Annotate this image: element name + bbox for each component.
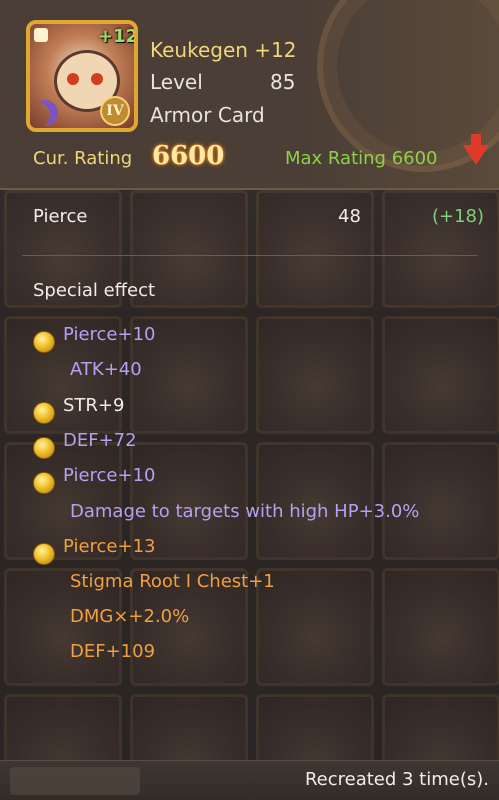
- effect-line: Pierce+13: [63, 536, 156, 557]
- level-label: Level: [150, 70, 203, 94]
- gold-coin-icon: [33, 543, 55, 565]
- effect-line: Pierce+10: [63, 465, 156, 486]
- tier-badge: IV: [100, 96, 130, 126]
- effect-line: ATK+40: [70, 359, 142, 380]
- card-detail-panel: +12 IV Keukegen +12 Level 85 Armor Card …: [0, 0, 499, 800]
- max-rating: Max Rating 6600: [285, 148, 438, 169]
- rating-down-arrow-icon: [463, 145, 489, 165]
- card-type: Armor Card: [150, 103, 265, 127]
- current-rating-label: Cur. Rating: [33, 148, 133, 169]
- effect-line: DMG×+2.0%: [70, 606, 190, 627]
- gold-coin-icon: [33, 331, 55, 353]
- stat-row-pierce: Pierce 48 (+18): [0, 196, 499, 242]
- card-chip-icon: [34, 28, 48, 42]
- current-rating-value: 6600: [152, 141, 225, 171]
- effect-line: DEF+72: [63, 430, 137, 451]
- divider: [22, 255, 477, 256]
- moon-icon: [32, 100, 58, 126]
- enhance-level-badge: +12: [98, 26, 138, 47]
- backdrop-card: [256, 316, 374, 434]
- gold-coin-icon: [33, 472, 55, 494]
- effect-line: Damage to targets with high HP+3.0%: [70, 501, 420, 522]
- stat-label: Pierce: [33, 206, 88, 227]
- backdrop-card: [382, 316, 499, 434]
- footer-tab[interactable]: [10, 767, 140, 795]
- character-eye: [67, 73, 79, 85]
- gold-coin-icon: [33, 437, 55, 459]
- effect-line: Pierce+10: [63, 324, 156, 345]
- effect-line: Stigma Root I Chest+1: [70, 571, 275, 592]
- recreated-count: Recreated 3 time(s).: [304, 769, 489, 790]
- card-name: Keukegen +12: [150, 38, 297, 62]
- character-eye: [91, 73, 103, 85]
- gold-coin-icon: [33, 402, 55, 424]
- card-header: +12 IV Keukegen +12 Level 85 Armor Card …: [0, 0, 499, 190]
- footer-bar: Recreated 3 time(s).: [0, 760, 499, 800]
- level-value: 85: [270, 70, 296, 94]
- effect-line: STR+9: [63, 395, 125, 416]
- stat-bonus: (+18): [432, 206, 485, 227]
- backdrop-card: [382, 568, 499, 686]
- effect-line: DEF+109: [70, 641, 156, 662]
- special-effect-title: Special effect: [33, 280, 156, 301]
- card-portrait[interactable]: +12 IV: [26, 20, 138, 132]
- stat-value: 48: [338, 206, 361, 227]
